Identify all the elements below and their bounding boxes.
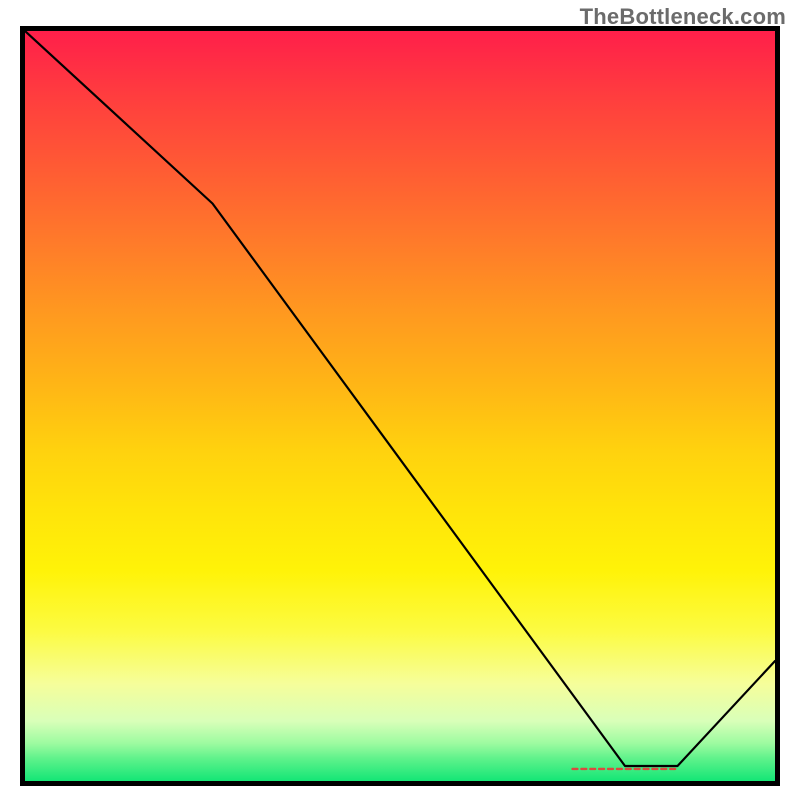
chart-container: TheBottleneck.com bbox=[0, 0, 800, 800]
chart-svg bbox=[25, 31, 775, 781]
plot-area bbox=[20, 26, 780, 786]
data-line bbox=[25, 31, 775, 766]
